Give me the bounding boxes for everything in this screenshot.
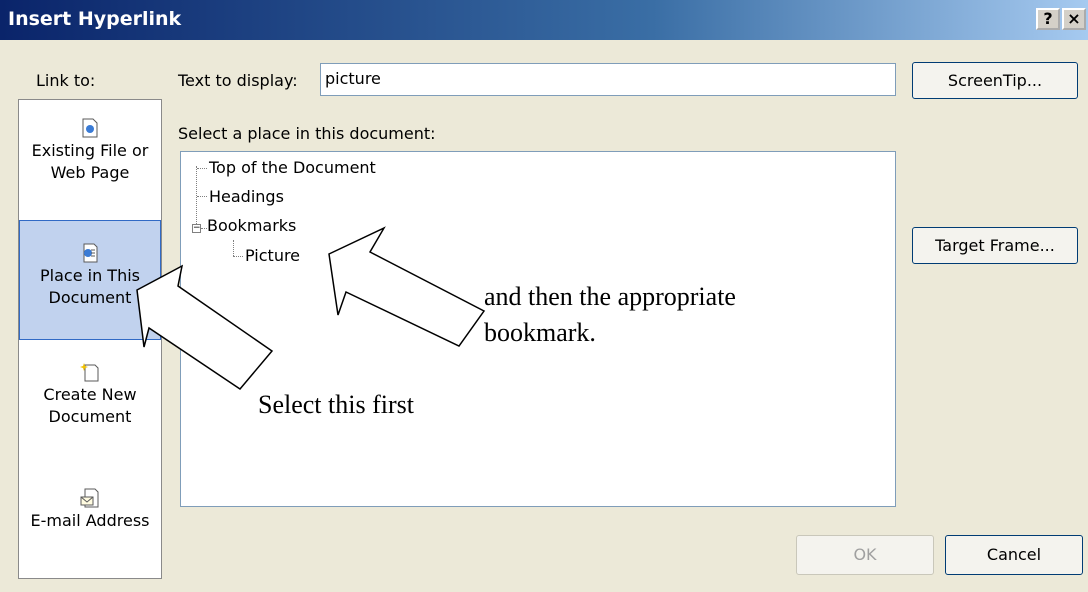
arrow-bookmark bbox=[328, 226, 486, 347]
annotation-select-first: Select this first bbox=[258, 390, 414, 419]
insert-hyperlink-dialog: Insert Hyperlink ? × Link to: Text to di… bbox=[0, 0, 1088, 592]
annotation-then-line2: bookmark. bbox=[484, 318, 596, 347]
annotation-then-line1: and then the appropriate bbox=[484, 282, 736, 311]
arrow-select-first bbox=[136, 264, 274, 390]
